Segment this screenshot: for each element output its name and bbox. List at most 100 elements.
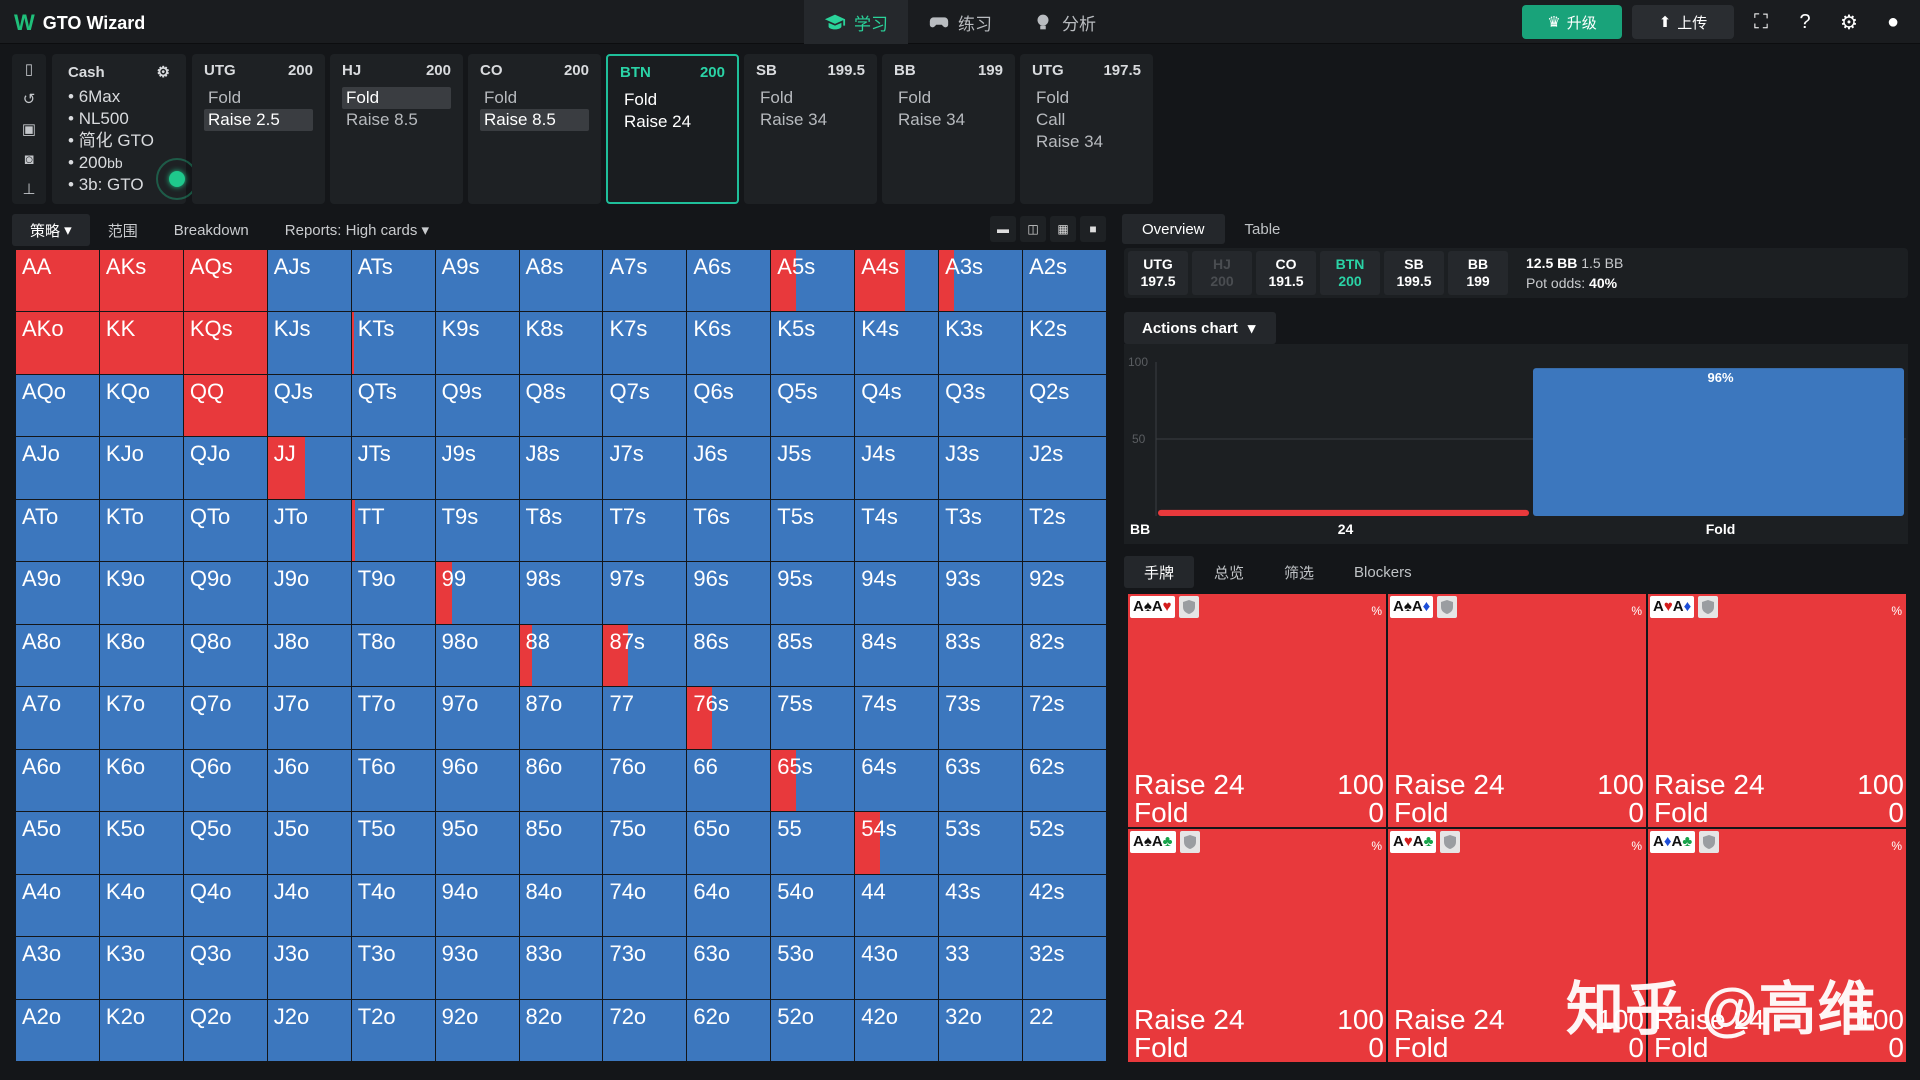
hand-cell-87o[interactable]: 87o bbox=[519, 687, 603, 749]
hand-cell-Q4o[interactable]: Q4o bbox=[183, 874, 267, 937]
hand-cell-Q8o[interactable]: Q8o bbox=[183, 624, 267, 687]
screenshot-icon[interactable]: ⛶ bbox=[1744, 5, 1778, 39]
position-card-co[interactable]: CO 200 Fold Raise 8.5 bbox=[468, 54, 601, 204]
gear-icon[interactable]: ⚙ bbox=[1832, 5, 1866, 39]
hand-cell-63o[interactable]: 63o bbox=[687, 937, 771, 999]
nav-practice[interactable]: 练习 bbox=[908, 0, 1012, 44]
hand-cell-96s[interactable]: 96s bbox=[687, 562, 771, 624]
position-card-sb[interactable]: SB 199.5 Fold Raise 34 bbox=[744, 54, 877, 204]
hand-cell-62s[interactable]: 62s bbox=[1023, 749, 1106, 812]
hand-combo[interactable]: A♠A♣% Raise 24 100 Fold 0 bbox=[1128, 829, 1386, 1062]
actions-chart-select[interactable]: Actions chart ▾ bbox=[1124, 312, 1276, 344]
tab-range[interactable]: 范围 bbox=[90, 214, 156, 246]
hand-cell-Q5s[interactable]: Q5s bbox=[771, 374, 855, 437]
hand-cell-A5o[interactable]: A5o bbox=[16, 812, 99, 874]
gamepad-icon[interactable]: ◙ bbox=[24, 151, 33, 168]
tab-hands[interactable]: 手牌 bbox=[1124, 556, 1195, 588]
hand-cell-Q5o[interactable]: Q5o bbox=[183, 812, 267, 874]
hand-cell-Q8s[interactable]: Q8s bbox=[519, 374, 603, 437]
hand-cell-Q4s[interactable]: Q4s bbox=[855, 374, 939, 437]
hand-cell-85o[interactable]: 85o bbox=[519, 812, 603, 874]
hand-combo[interactable]: A♥A♦% Raise 24 100 Fold 0 bbox=[1648, 594, 1906, 827]
hand-cell-76o[interactable]: 76o bbox=[603, 749, 687, 812]
hand-cell-JTo[interactable]: JTo bbox=[267, 499, 351, 562]
hand-cell-T5o[interactable]: T5o bbox=[351, 812, 435, 874]
hand-combo[interactable]: A♠A♥% Raise 24 100 Fold 0 bbox=[1128, 594, 1386, 827]
hand-cell-Q3s[interactable]: Q3s bbox=[939, 374, 1023, 437]
hand-cell-J7s[interactable]: J7s bbox=[603, 437, 687, 499]
tab-strategy[interactable]: 策略 ▾ bbox=[12, 214, 90, 246]
hand-cell-75o[interactable]: 75o bbox=[603, 812, 687, 874]
hand-cell-75s[interactable]: 75s bbox=[771, 687, 855, 749]
hand-cell-92o[interactable]: 92o bbox=[435, 999, 519, 1061]
hand-cell-32o[interactable]: 32o bbox=[939, 999, 1023, 1061]
position-card-utg[interactable]: UTG 200 Fold Raise 2.5 bbox=[192, 54, 325, 204]
hand-cell-KQo[interactable]: KQo bbox=[99, 374, 183, 437]
hand-cell-32s[interactable]: 32s bbox=[1023, 937, 1106, 999]
hand-cell-K8o[interactable]: K8o bbox=[99, 624, 183, 687]
tab-filter[interactable]: 筛选 bbox=[1264, 556, 1334, 588]
bookmark-icon[interactable]: ▯ bbox=[25, 60, 33, 78]
hand-cell-83o[interactable]: 83o bbox=[519, 937, 603, 999]
hand-cell-T9o[interactable]: T9o bbox=[351, 562, 435, 624]
hand-cell-JTs[interactable]: JTs bbox=[351, 437, 435, 499]
hand-cell-83s[interactable]: 83s bbox=[939, 624, 1023, 687]
hand-cell-J9s[interactable]: J9s bbox=[435, 437, 519, 499]
hand-cell-64s[interactable]: 64s bbox=[855, 749, 939, 812]
position-action[interactable]: Raise 2.5 bbox=[204, 109, 313, 131]
hand-cell-K2s[interactable]: K2s bbox=[1023, 312, 1106, 374]
hand-cell-J4s[interactable]: J4s bbox=[855, 437, 939, 499]
position-action[interactable]: Raise 34 bbox=[894, 109, 1003, 131]
hand-cell-K4s[interactable]: K4s bbox=[855, 312, 939, 374]
hand-cell-J2o[interactable]: J2o bbox=[267, 999, 351, 1061]
hand-cell-J7o[interactable]: J7o bbox=[267, 687, 351, 749]
hand-cell-85s[interactable]: 85s bbox=[771, 624, 855, 687]
hand-cell-77[interactable]: 77 bbox=[603, 687, 687, 749]
position-action[interactable]: Call bbox=[1032, 109, 1141, 131]
tab-blockers[interactable]: Blockers bbox=[1334, 556, 1432, 588]
hand-cell-96o[interactable]: 96o bbox=[435, 749, 519, 812]
nav-learn[interactable]: 学习 bbox=[804, 0, 908, 44]
hand-cell-66[interactable]: 66 bbox=[687, 749, 771, 812]
app-logo[interactable]: W GTO Wizard bbox=[14, 10, 145, 36]
hand-cell-AQo[interactable]: AQo bbox=[16, 374, 99, 437]
hand-cell-K6o[interactable]: K6o bbox=[99, 749, 183, 812]
stack-box-bb[interactable]: BB 199 bbox=[1448, 251, 1508, 295]
hand-cell-Q6s[interactable]: Q6s bbox=[687, 374, 771, 437]
hand-cell-K8s[interactable]: K8s bbox=[519, 312, 603, 374]
position-action[interactable]: Fold bbox=[204, 87, 313, 109]
hand-cell-AKs[interactable]: AKs bbox=[99, 250, 183, 312]
hand-cell-K3s[interactable]: K3s bbox=[939, 312, 1023, 374]
hand-cell-Q6o[interactable]: Q6o bbox=[183, 749, 267, 812]
hand-cell-A5s[interactable]: A5s bbox=[771, 250, 855, 312]
hand-cell-T9s[interactable]: T9s bbox=[435, 499, 519, 562]
hand-cell-KTs[interactable]: KTs bbox=[351, 312, 435, 374]
position-card-bb[interactable]: BB 199 Fold Raise 34 bbox=[882, 54, 1015, 204]
hand-cell-64o[interactable]: 64o bbox=[687, 874, 771, 937]
hand-cell-Q9s[interactable]: Q9s bbox=[435, 374, 519, 437]
hand-cell-A4o[interactable]: A4o bbox=[16, 874, 99, 937]
hand-cell-Q3o[interactable]: Q3o bbox=[183, 937, 267, 999]
hand-cell-94o[interactable]: 94o bbox=[435, 874, 519, 937]
view-grid-icon[interactable]: ▦ bbox=[1050, 216, 1076, 242]
hand-cell-T3s[interactable]: T3s bbox=[939, 499, 1023, 562]
hand-cell-J6s[interactable]: J6s bbox=[687, 437, 771, 499]
hand-cell-T4s[interactable]: T4s bbox=[855, 499, 939, 562]
hand-cell-72s[interactable]: 72s bbox=[1023, 687, 1106, 749]
position-action[interactable]: Fold bbox=[756, 87, 865, 109]
hand-cell-J8s[interactable]: J8s bbox=[519, 437, 603, 499]
hand-cell-A9s[interactable]: A9s bbox=[435, 250, 519, 312]
hand-cell-76s[interactable]: 76s bbox=[687, 687, 771, 749]
hand-cell-J5o[interactable]: J5o bbox=[267, 812, 351, 874]
hand-cell-J4o[interactable]: J4o bbox=[267, 874, 351, 937]
hand-cell-J3s[interactable]: J3s bbox=[939, 437, 1023, 499]
hand-cell-A3s[interactable]: A3s bbox=[939, 250, 1023, 312]
hand-cell-A6s[interactable]: A6s bbox=[687, 250, 771, 312]
hand-cell-T6o[interactable]: T6o bbox=[351, 749, 435, 812]
hand-cell-A8s[interactable]: A8s bbox=[519, 250, 603, 312]
hand-cell-Q9o[interactable]: Q9o bbox=[183, 562, 267, 624]
hand-cell-K7s[interactable]: K7s bbox=[603, 312, 687, 374]
hand-cell-43o[interactable]: 43o bbox=[855, 937, 939, 999]
hand-cell-AJo[interactable]: AJo bbox=[16, 437, 99, 499]
hand-cell-95o[interactable]: 95o bbox=[435, 812, 519, 874]
